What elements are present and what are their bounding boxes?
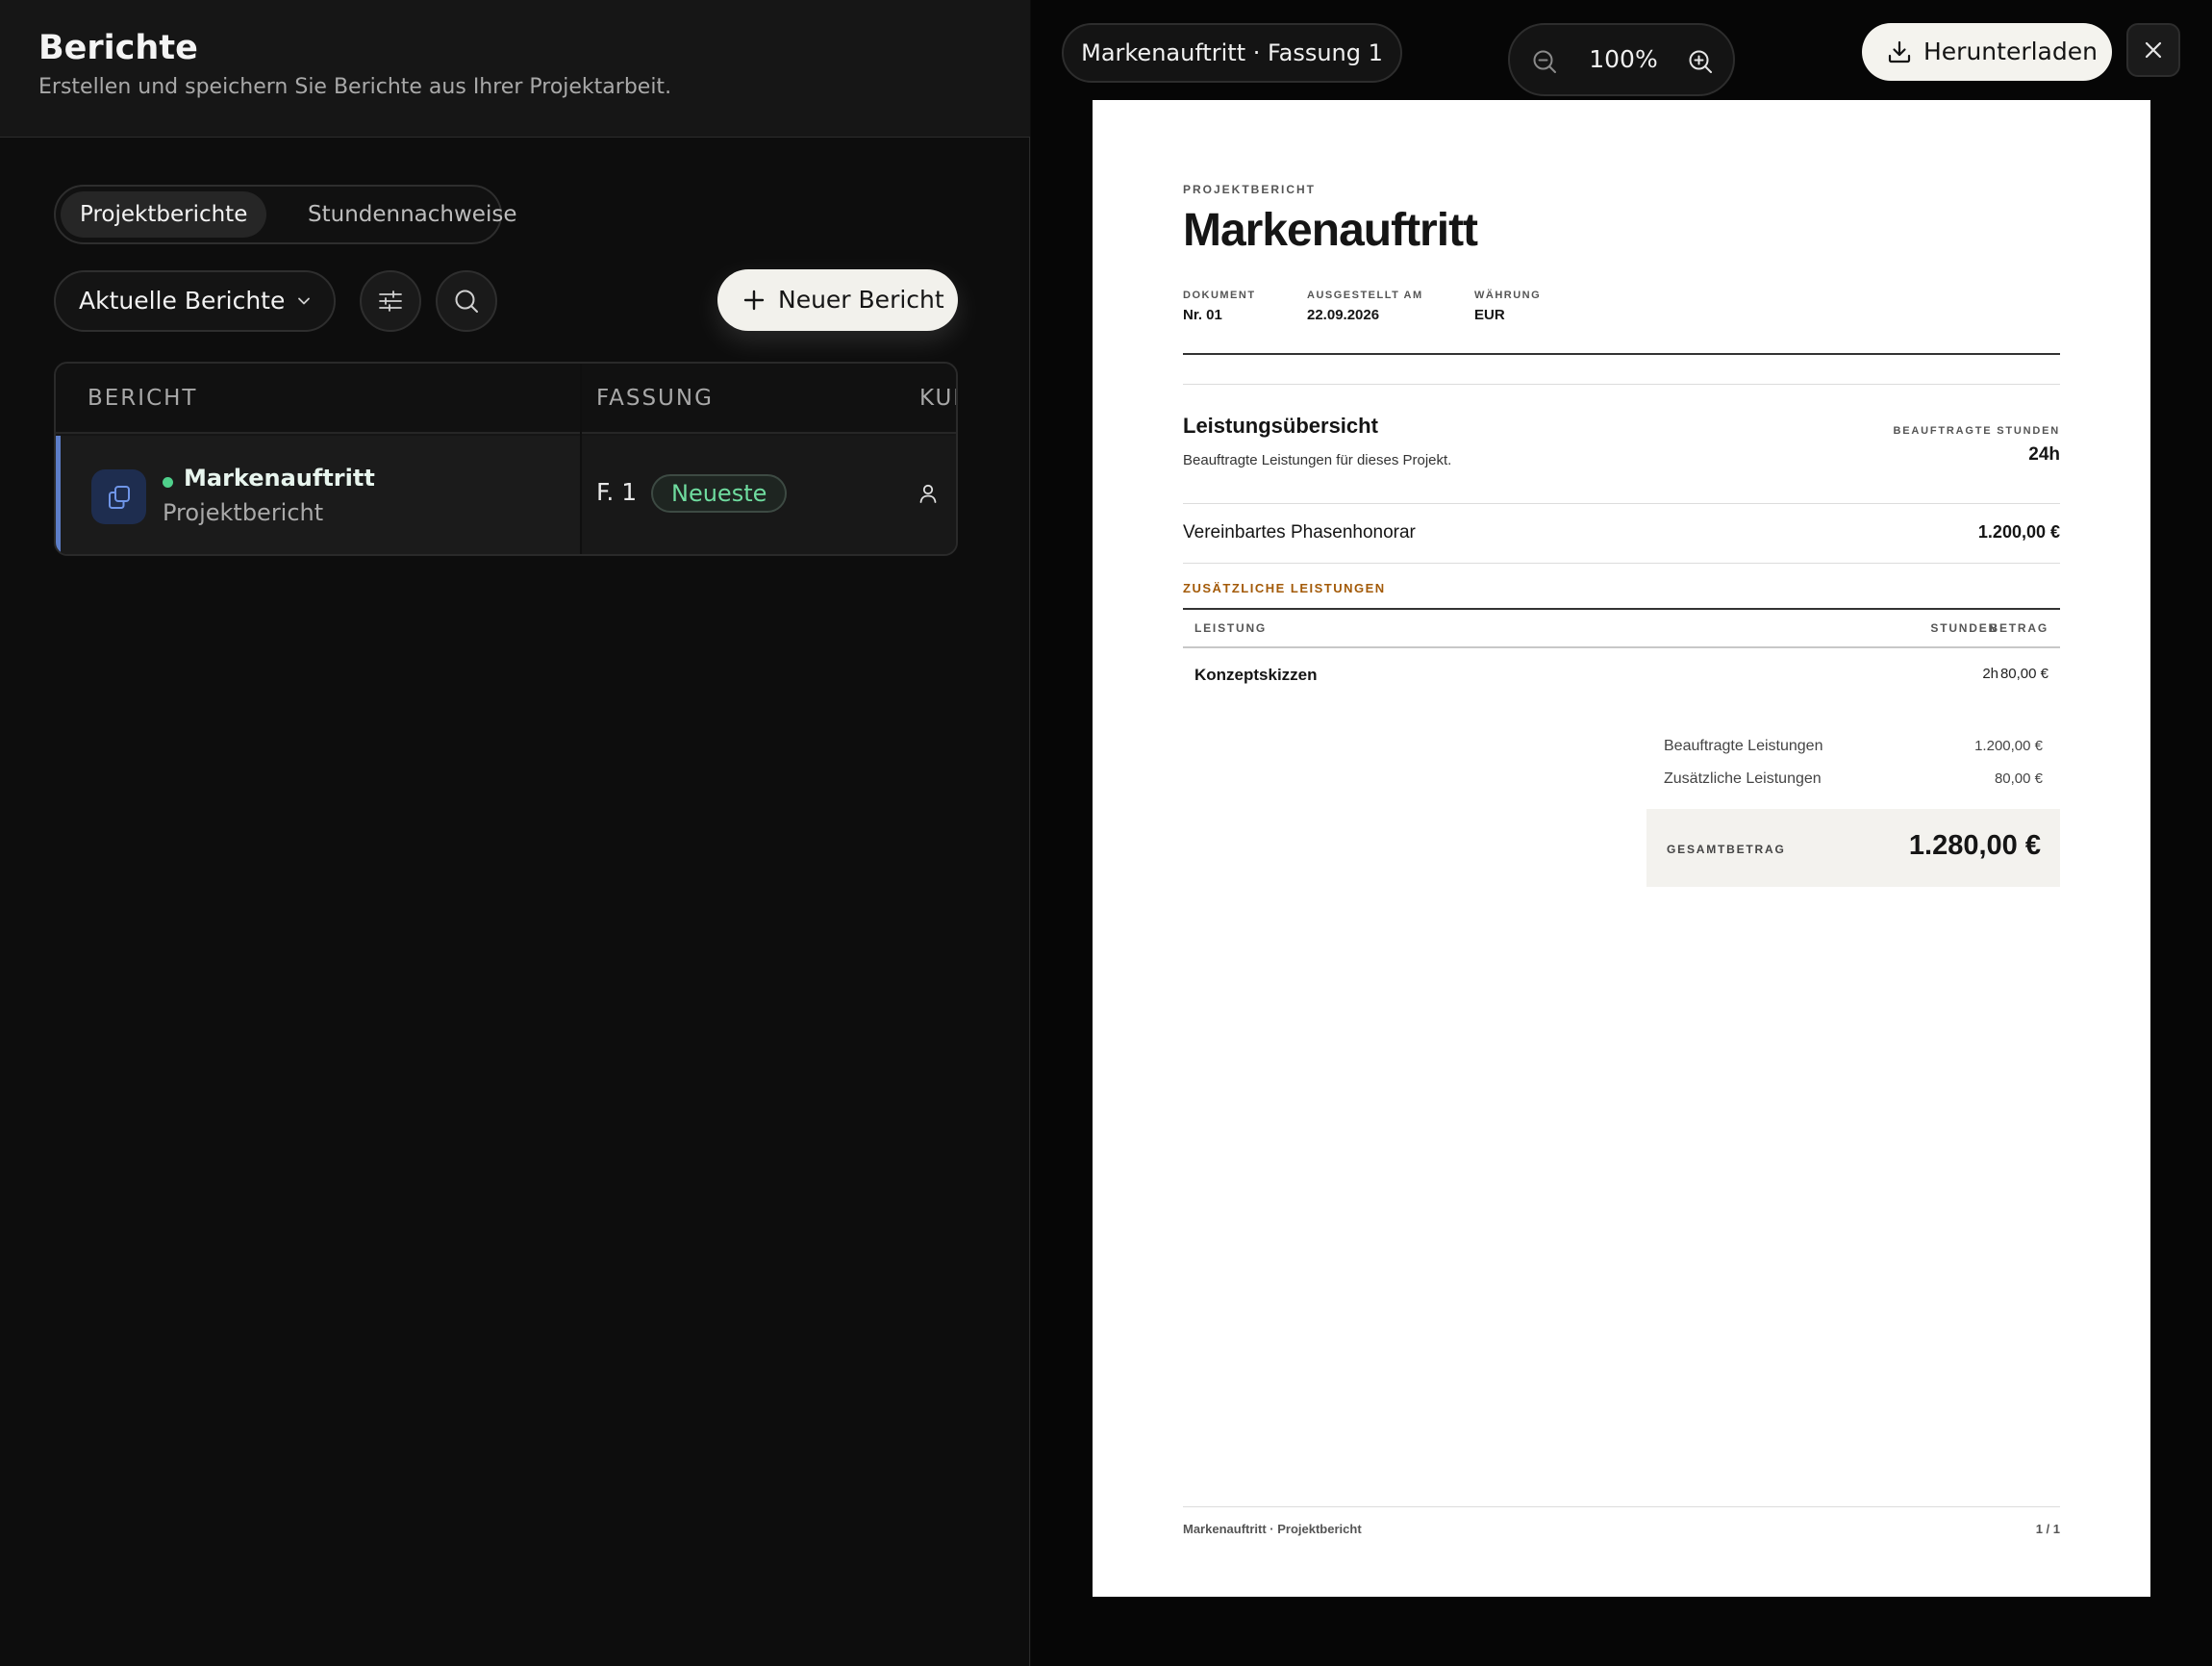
summary-label: Beauftragte Leistungen bbox=[1664, 738, 1823, 754]
copy-document-icon bbox=[109, 486, 130, 509]
meta-label: WÄHRUNG bbox=[1474, 290, 1542, 301]
table-header: BERICHT FASSUNG KUI bbox=[56, 364, 956, 434]
report-type-tabs: Projektberichte Stundennachweise bbox=[54, 185, 516, 244]
zoom-control: 100% bbox=[1508, 23, 1735, 96]
hours-value: 24h bbox=[2028, 444, 2060, 465]
close-icon bbox=[2145, 41, 2162, 59]
search-icon bbox=[455, 290, 478, 313]
meta-value: 22.09.2026 bbox=[1307, 307, 1380, 323]
report-filter-label: Aktuelle Berichte bbox=[79, 287, 286, 315]
sliders-icon bbox=[379, 290, 402, 312]
download-icon bbox=[1888, 40, 1911, 63]
column-header-fassung[interactable]: FASSUNG bbox=[596, 364, 714, 434]
fee-value: 1.200,00 € bbox=[1977, 522, 2060, 542]
column-divider bbox=[580, 364, 582, 554]
divider bbox=[1183, 503, 2060, 504]
plus-icon bbox=[743, 290, 765, 311]
summary-value: 1.200,00 € bbox=[1974, 738, 2043, 754]
service-name: Konzeptskizzen bbox=[1194, 666, 1318, 684]
reports-panel: Berichte Erstellen und speichern Sie Ber… bbox=[0, 0, 1030, 1666]
document-eyebrow: PROJEKTBERICHT bbox=[1183, 183, 1317, 196]
new-report-button[interactable]: Neuer Bericht bbox=[717, 269, 958, 331]
report-version: F. 1 bbox=[596, 478, 638, 506]
document-title-pill: Markenauftritt · Fassung 1 bbox=[1062, 23, 1402, 83]
fee-label: Vereinbartes Phasenhonorar bbox=[1183, 522, 1416, 543]
page-title: Berichte bbox=[38, 29, 198, 67]
person-icon bbox=[919, 484, 937, 503]
footer-rule bbox=[1183, 1506, 2060, 1507]
page-number: 1 / 1 bbox=[2035, 1522, 2060, 1536]
total-box: GESAMTBETRAG 1.280,00 € bbox=[1646, 809, 2060, 887]
tab-stundennachweise[interactable]: Stundennachweise bbox=[308, 191, 516, 238]
report-type: Projektbericht bbox=[163, 499, 324, 526]
chevron-down-icon bbox=[298, 297, 310, 305]
total-value: 1.280,00 € bbox=[1908, 830, 2041, 861]
additional-services-title: ZUSÄTZLICHE LEISTUNGEN bbox=[1183, 581, 1386, 595]
filter-button[interactable] bbox=[360, 270, 421, 332]
summary-label: Zusätzliche Leistungen bbox=[1664, 770, 1822, 787]
report-filter-select[interactable]: Aktuelle Berichte bbox=[54, 270, 336, 332]
meta-value: Nr. 01 bbox=[1183, 307, 1222, 323]
zoom-level: 100% bbox=[1589, 45, 1658, 73]
section-subtitle: Beauftragte Leistungen für dieses Projek… bbox=[1183, 452, 1452, 468]
document-page: PROJEKTBERICHT Markenauftritt DOKUMENT N… bbox=[1093, 100, 2150, 1597]
meta-ausgestellt: AUSGESTELLT AM 22.09.2026 bbox=[1307, 290, 1423, 323]
report-name: Markenauftritt bbox=[184, 465, 375, 492]
summary-value: 80,00 € bbox=[1994, 770, 2043, 787]
download-label: Herunterladen bbox=[1923, 38, 2098, 65]
column-header-leistung: LEISTUNG bbox=[1194, 621, 1268, 635]
page-subtitle: Erstellen und speichern Sie Berichte aus… bbox=[38, 75, 672, 99]
meta-value: EUR bbox=[1474, 307, 1505, 323]
divider bbox=[1183, 384, 2060, 385]
meta-waehrung: WÄHRUNG EUR bbox=[1474, 290, 1541, 323]
document-title: Markenauftritt · Fassung 1 bbox=[1081, 39, 1383, 66]
panel-header: Berichte Erstellen und speichern Sie Ber… bbox=[0, 0, 1030, 138]
footer-left: Markenauftritt · Projektbericht bbox=[1183, 1522, 1362, 1536]
status-dot bbox=[163, 477, 173, 488]
column-header-bericht[interactable]: BERICHT bbox=[88, 364, 197, 434]
new-report-label: Neuer Bericht bbox=[778, 286, 944, 314]
close-button[interactable] bbox=[2126, 23, 2180, 77]
header-rule bbox=[1183, 353, 2060, 355]
report-cell: Markenauftritt Projektbericht bbox=[61, 436, 580, 554]
zoom-in-icon[interactable] bbox=[1687, 48, 1714, 75]
table-top-rule bbox=[1183, 608, 2060, 610]
download-button[interactable]: Herunterladen bbox=[1862, 23, 2112, 81]
search-button[interactable] bbox=[436, 270, 497, 332]
service-amount: 80,00 € bbox=[1999, 666, 2049, 682]
column-header-kunde[interactable]: KUI bbox=[919, 364, 956, 434]
document-heading: Markenauftritt bbox=[1183, 205, 1478, 256]
service-hours: 2h bbox=[1982, 666, 1998, 682]
reports-table: BERICHT FASSUNG KUI Markenauftritt Proje… bbox=[54, 362, 958, 556]
tab-projektberichte[interactable]: Projektberichte bbox=[61, 191, 267, 238]
column-header-betrag: BETRAG bbox=[1989, 621, 2049, 635]
zoom-out-icon[interactable] bbox=[1531, 48, 1558, 75]
meta-label: DOKUMENT bbox=[1183, 290, 1256, 301]
hours-label: BEAUFTRAGTE STUNDEN bbox=[1893, 425, 2060, 437]
total-label: GESAMTBETRAG bbox=[1667, 843, 1786, 856]
table-row[interactable]: Markenauftritt Projektbericht F. 1 Neues… bbox=[56, 436, 956, 554]
column-header-stunden: STUNDEN bbox=[1930, 621, 1998, 635]
section-title: Leistungsübersicht bbox=[1183, 414, 1378, 438]
divider bbox=[1183, 563, 2060, 564]
report-icon bbox=[91, 469, 146, 524]
latest-badge: Neueste bbox=[651, 474, 788, 513]
table-header-rule bbox=[1183, 646, 2060, 648]
meta-label: AUSGESTELLT AM bbox=[1307, 290, 1423, 301]
meta-dokument: DOKUMENT Nr. 01 bbox=[1183, 290, 1256, 323]
